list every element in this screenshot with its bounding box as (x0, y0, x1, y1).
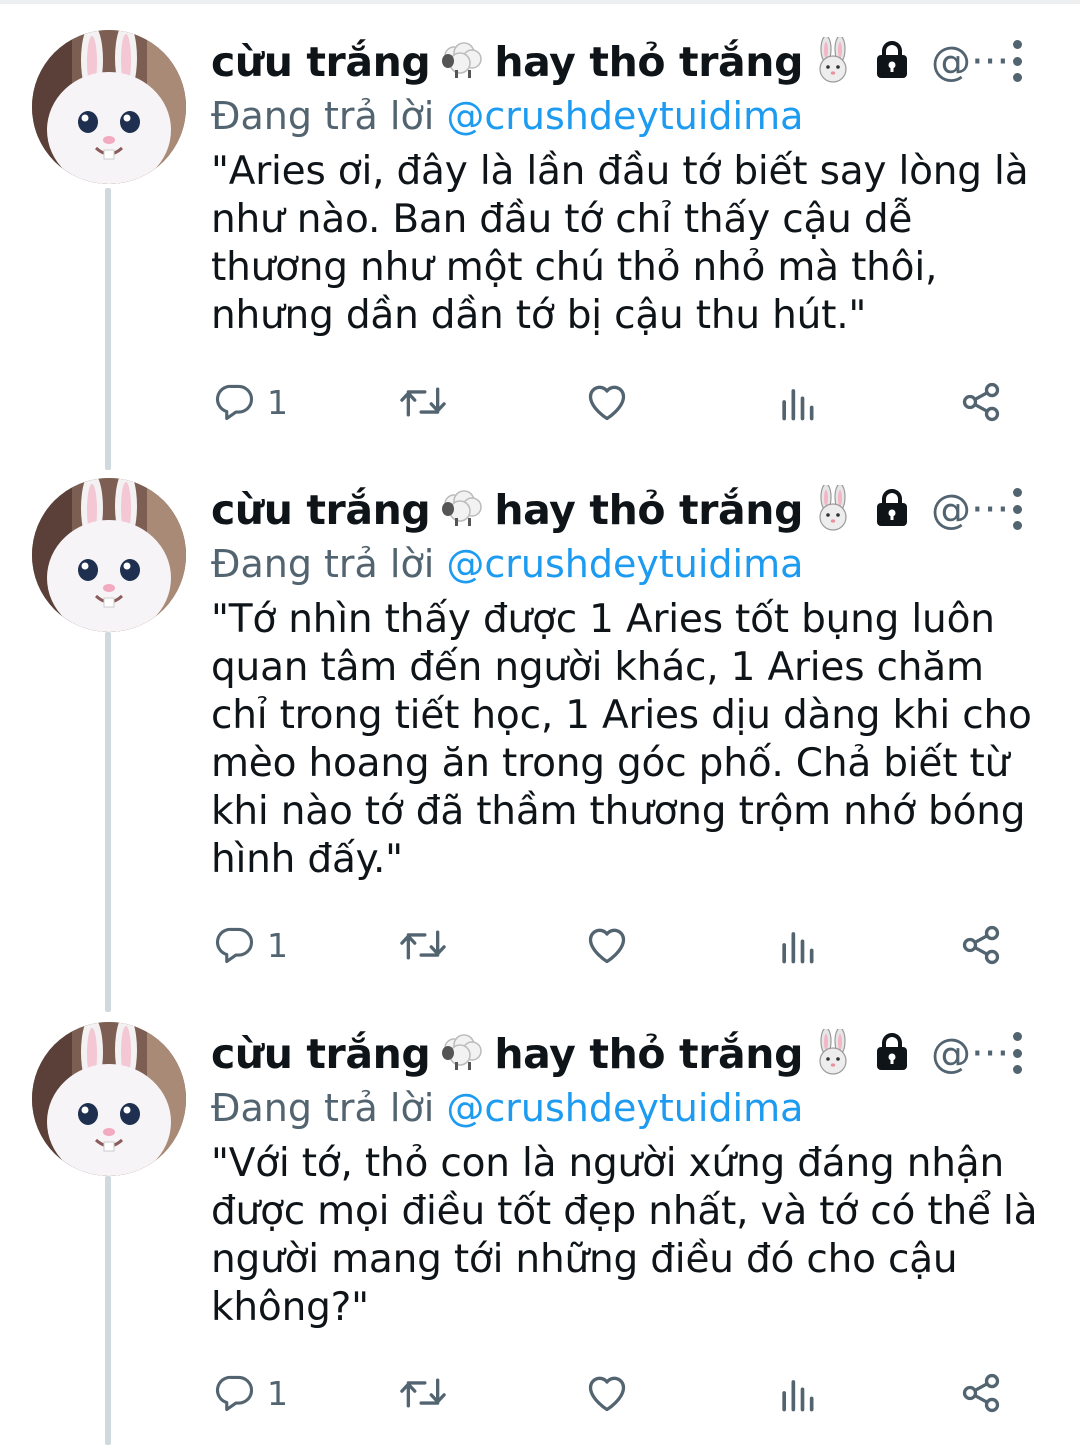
reply-icon (215, 1375, 254, 1412)
retweet-button[interactable] (397, 920, 449, 970)
analytics-button[interactable] (775, 920, 819, 970)
tweet[interactable]: cừu trắng hay thỏ trắng @··· Đang trả lờ… (0, 1022, 1080, 1442)
more-options-icon[interactable] (1000, 36, 1034, 86)
retweet-icon (400, 387, 446, 417)
reply-count: 1 (267, 382, 288, 422)
reply-button[interactable]: 1 (213, 1368, 288, 1418)
retweet-icon (400, 930, 446, 960)
replying-prefix: Đang trả lời (211, 1086, 435, 1130)
action-bar: 1 (211, 377, 1011, 427)
mention-link[interactable]: @crushdeytuidima (446, 1086, 803, 1130)
bunny-avatar-image (32, 478, 186, 632)
display-name[interactable]: cừu trắng (211, 38, 431, 86)
replying-to: Đang trả lời @crushdeytuidima (211, 94, 803, 138)
bunny-avatar-image (32, 30, 186, 184)
mention-link[interactable]: @crushdeytuidima (446, 542, 803, 586)
lock-icon (873, 1032, 911, 1076)
like-button[interactable] (583, 1368, 631, 1418)
tweet-text: "Với tớ, thỏ con là người xứng đáng nhận… (211, 1141, 1038, 1330)
analytics-button[interactable] (775, 377, 819, 427)
lock-icon (873, 488, 911, 532)
share-button[interactable] (959, 920, 1003, 970)
heart-icon (588, 385, 626, 421)
display-name-suffix[interactable]: hay thỏ trắng (494, 38, 803, 86)
reply-count: 1 (267, 925, 288, 965)
heart-icon (588, 928, 626, 964)
reply-count: 1 (267, 1373, 288, 1413)
reply-icon (215, 384, 254, 421)
like-button[interactable] (583, 377, 631, 427)
display-name[interactable]: cừu trắng (211, 486, 431, 534)
tweet-text: "Tớ nhìn thấy được 1 Aries tốt bụng luôn… (211, 597, 1032, 882)
tweet-header: cừu trắng hay thỏ trắng @··· (211, 482, 1011, 538)
sheep-icon (440, 1033, 484, 1075)
bunny-avatar-image (32, 1022, 186, 1176)
handle[interactable]: @··· (931, 487, 1009, 533)
handle[interactable]: @··· (931, 1031, 1009, 1077)
display-name-suffix[interactable]: hay thỏ trắng (494, 486, 803, 534)
replying-prefix: Đang trả lời (211, 94, 435, 138)
share-button[interactable] (959, 1368, 1003, 1418)
share-icon (962, 382, 1000, 422)
replying-prefix: Đang trả lời (211, 542, 435, 586)
mention-link[interactable]: @crushdeytuidima (446, 94, 803, 138)
display-name[interactable]: cừu trắng (211, 1030, 431, 1078)
heart-icon (588, 1376, 626, 1412)
reply-icon (215, 927, 254, 964)
retweet-button[interactable] (397, 1368, 449, 1418)
analytics-icon (782, 932, 814, 964)
tweet-header: cừu trắng hay thỏ trắng @··· (211, 34, 1011, 90)
share-button[interactable] (959, 377, 1003, 427)
analytics-icon (782, 1380, 814, 1412)
analytics-button[interactable] (775, 1368, 819, 1418)
sheep-icon (440, 489, 484, 531)
share-icon (962, 925, 1000, 965)
reply-button[interactable]: 1 (213, 920, 288, 970)
replying-to: Đang trả lời @crushdeytuidima (211, 1086, 803, 1130)
sheep-icon (440, 41, 484, 83)
reply-button[interactable]: 1 (213, 377, 288, 427)
rabbit-icon (813, 1027, 853, 1079)
replying-to: Đang trả lời @crushdeytuidima (211, 542, 803, 586)
more-options-icon[interactable] (1000, 1028, 1034, 1078)
lock-icon (873, 40, 911, 84)
action-bar: 1 (211, 920, 1011, 970)
rabbit-icon (813, 35, 853, 87)
tweet[interactable]: cừu trắng hay thỏ trắng @··· Đang trả lờ… (0, 478, 1080, 988)
tweet[interactable]: cừu trắng hay thỏ trắng @··· Đang trả lờ… (0, 30, 1080, 450)
display-name-suffix[interactable]: hay thỏ trắng (494, 1030, 803, 1078)
handle[interactable]: @··· (931, 39, 1009, 85)
analytics-icon (782, 389, 814, 421)
tweet-header: cừu trắng hay thỏ trắng @··· (211, 1026, 1011, 1082)
retweet-icon (400, 1378, 446, 1408)
retweet-button[interactable] (397, 377, 449, 427)
action-bar: 1 (211, 1368, 1011, 1418)
avatar[interactable] (32, 478, 186, 632)
rabbit-icon (813, 483, 853, 535)
share-icon (962, 1373, 1000, 1413)
like-button[interactable] (583, 920, 631, 970)
more-options-icon[interactable] (1000, 484, 1034, 534)
avatar[interactable] (32, 30, 186, 184)
tweet-text: "Aries ơi, đây là lần đầu tớ biết say lò… (211, 149, 1029, 338)
top-divider (0, 0, 1080, 4)
avatar[interactable] (32, 1022, 186, 1176)
